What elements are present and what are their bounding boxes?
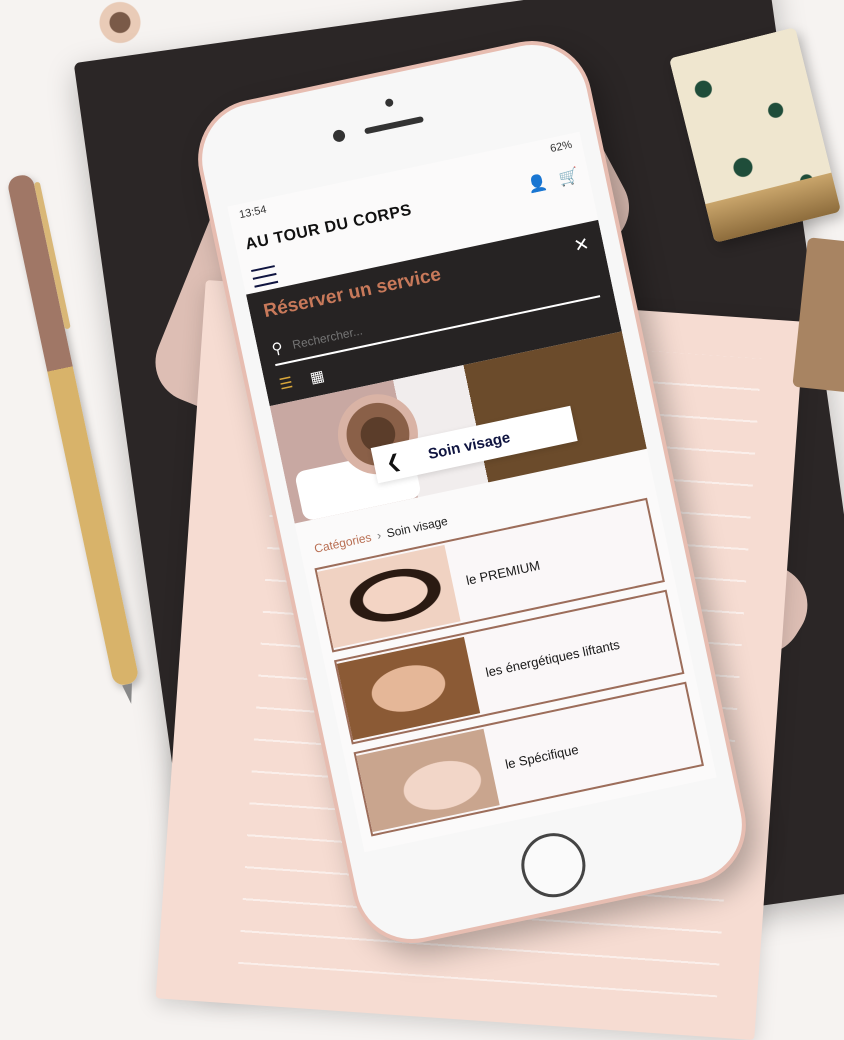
breadcrumb-separator: › (375, 528, 383, 543)
close-icon[interactable]: ✕ (572, 233, 591, 257)
service-label: les énergétiques liftants (484, 636, 621, 680)
status-battery: 62% (549, 138, 574, 156)
menu-icon[interactable] (251, 265, 279, 288)
category-title: Soin visage (426, 428, 512, 463)
service-image (336, 636, 481, 741)
user-icon[interactable]: 👤 (526, 172, 550, 196)
cart-icon[interactable]: 🛒 (557, 165, 581, 189)
list-view-icon[interactable]: ☰ (278, 373, 295, 393)
status-time: 13:54 (238, 203, 268, 222)
service-label: le Spécifique (503, 741, 580, 772)
breadcrumb-root[interactable]: Catégories (313, 530, 373, 556)
jewel-decoration (85, 0, 155, 45)
chevron-left-icon[interactable]: ❮ (384, 450, 403, 474)
service-image (317, 544, 461, 649)
grid-view-icon[interactable]: ▦ (308, 366, 326, 387)
service-image (356, 728, 500, 833)
breadcrumb-current: Soin visage (385, 513, 449, 541)
service-label: le PREMIUM (464, 557, 542, 588)
search-icon: ⚲ (270, 339, 285, 359)
